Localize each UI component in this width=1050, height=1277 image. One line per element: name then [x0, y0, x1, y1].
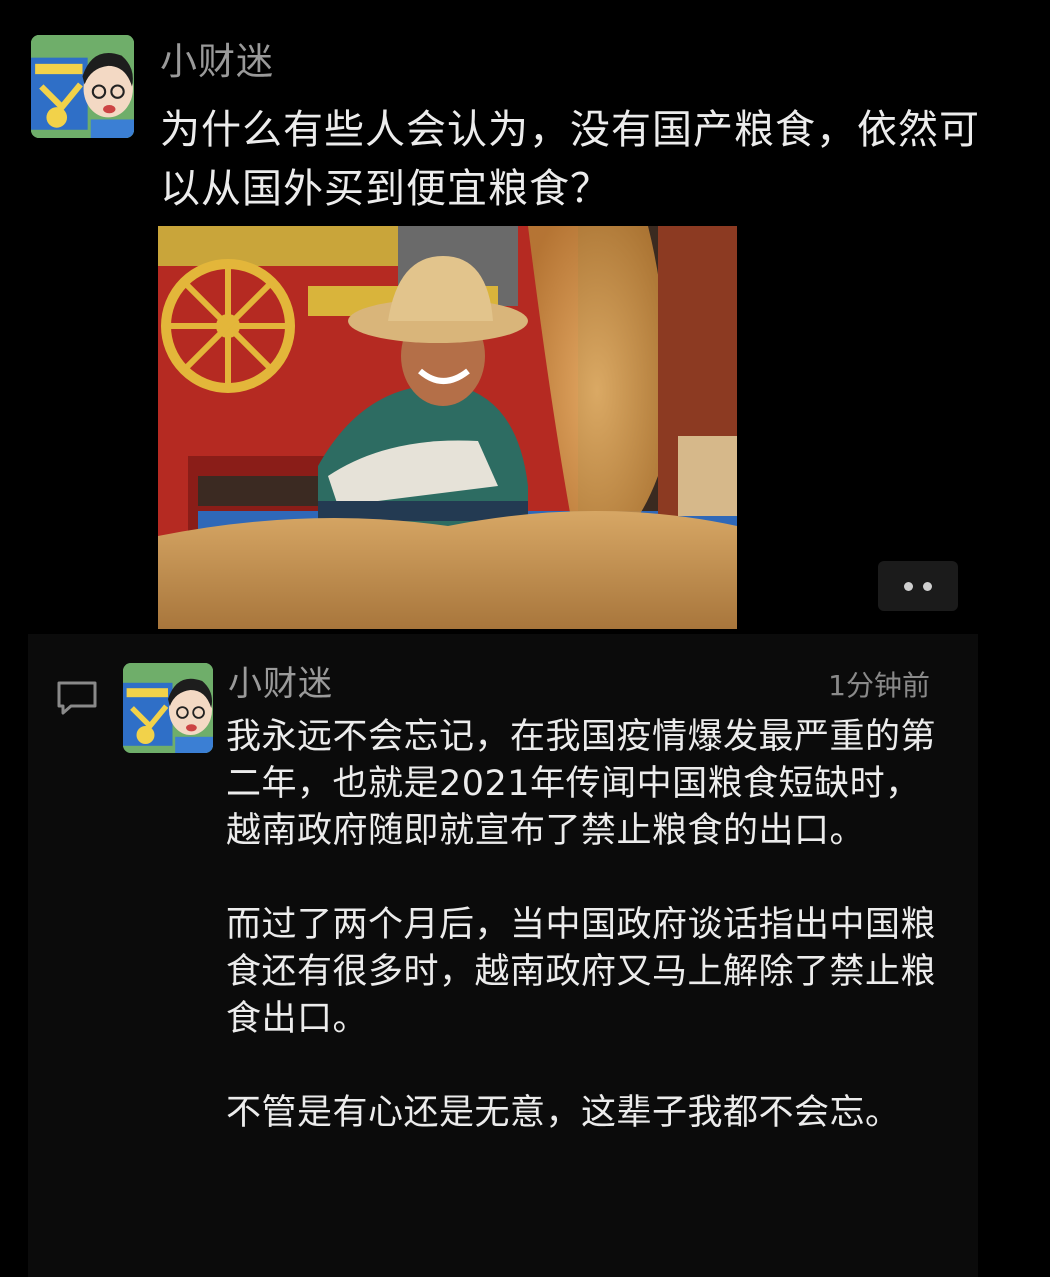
farmer-grain-harvest-photo-icon [158, 226, 737, 629]
reply-author-avatar[interactable] [123, 663, 213, 753]
child-avatar-icon [123, 663, 213, 753]
reply-paragraph: 我永远不会忘记，在我国疫情爆发最严重的第二年，也就是2021年传闻中国粮食短缺时… [226, 717, 937, 851]
more-dots-icon [923, 581, 932, 591]
child-avatar-icon [31, 35, 134, 138]
reply-timestamp: 1分钟前 [828, 669, 930, 702]
post-author-avatar[interactable] [31, 35, 134, 138]
reply-author-name[interactable]: 小财迷 [228, 662, 333, 706]
reply-paragraph: 而过了两个月后，当中国政府谈话指出中国粮食还有很多时，越南政府又马上解除了禁止粮… [226, 905, 937, 1039]
comment-bubble-icon[interactable] [56, 680, 98, 716]
post-question-text: 为什么有些人会认为，没有国产粮食，依然可以从国外买到便宜粮食？ [160, 107, 980, 212]
post-author-name[interactable]: 小财迷 [160, 40, 274, 84]
reply-body: 我永远不会忘记，在我国疫情爆发最严重的第二年，也就是2021年传闻中国粮食短缺时… [226, 714, 956, 1137]
reply-paragraph: 不管是有心还是无意，这辈子我都不会忘。 [226, 1093, 901, 1133]
more-options-button[interactable] [878, 561, 958, 611]
post-photo[interactable] [158, 226, 737, 629]
more-dots-icon [904, 581, 913, 591]
